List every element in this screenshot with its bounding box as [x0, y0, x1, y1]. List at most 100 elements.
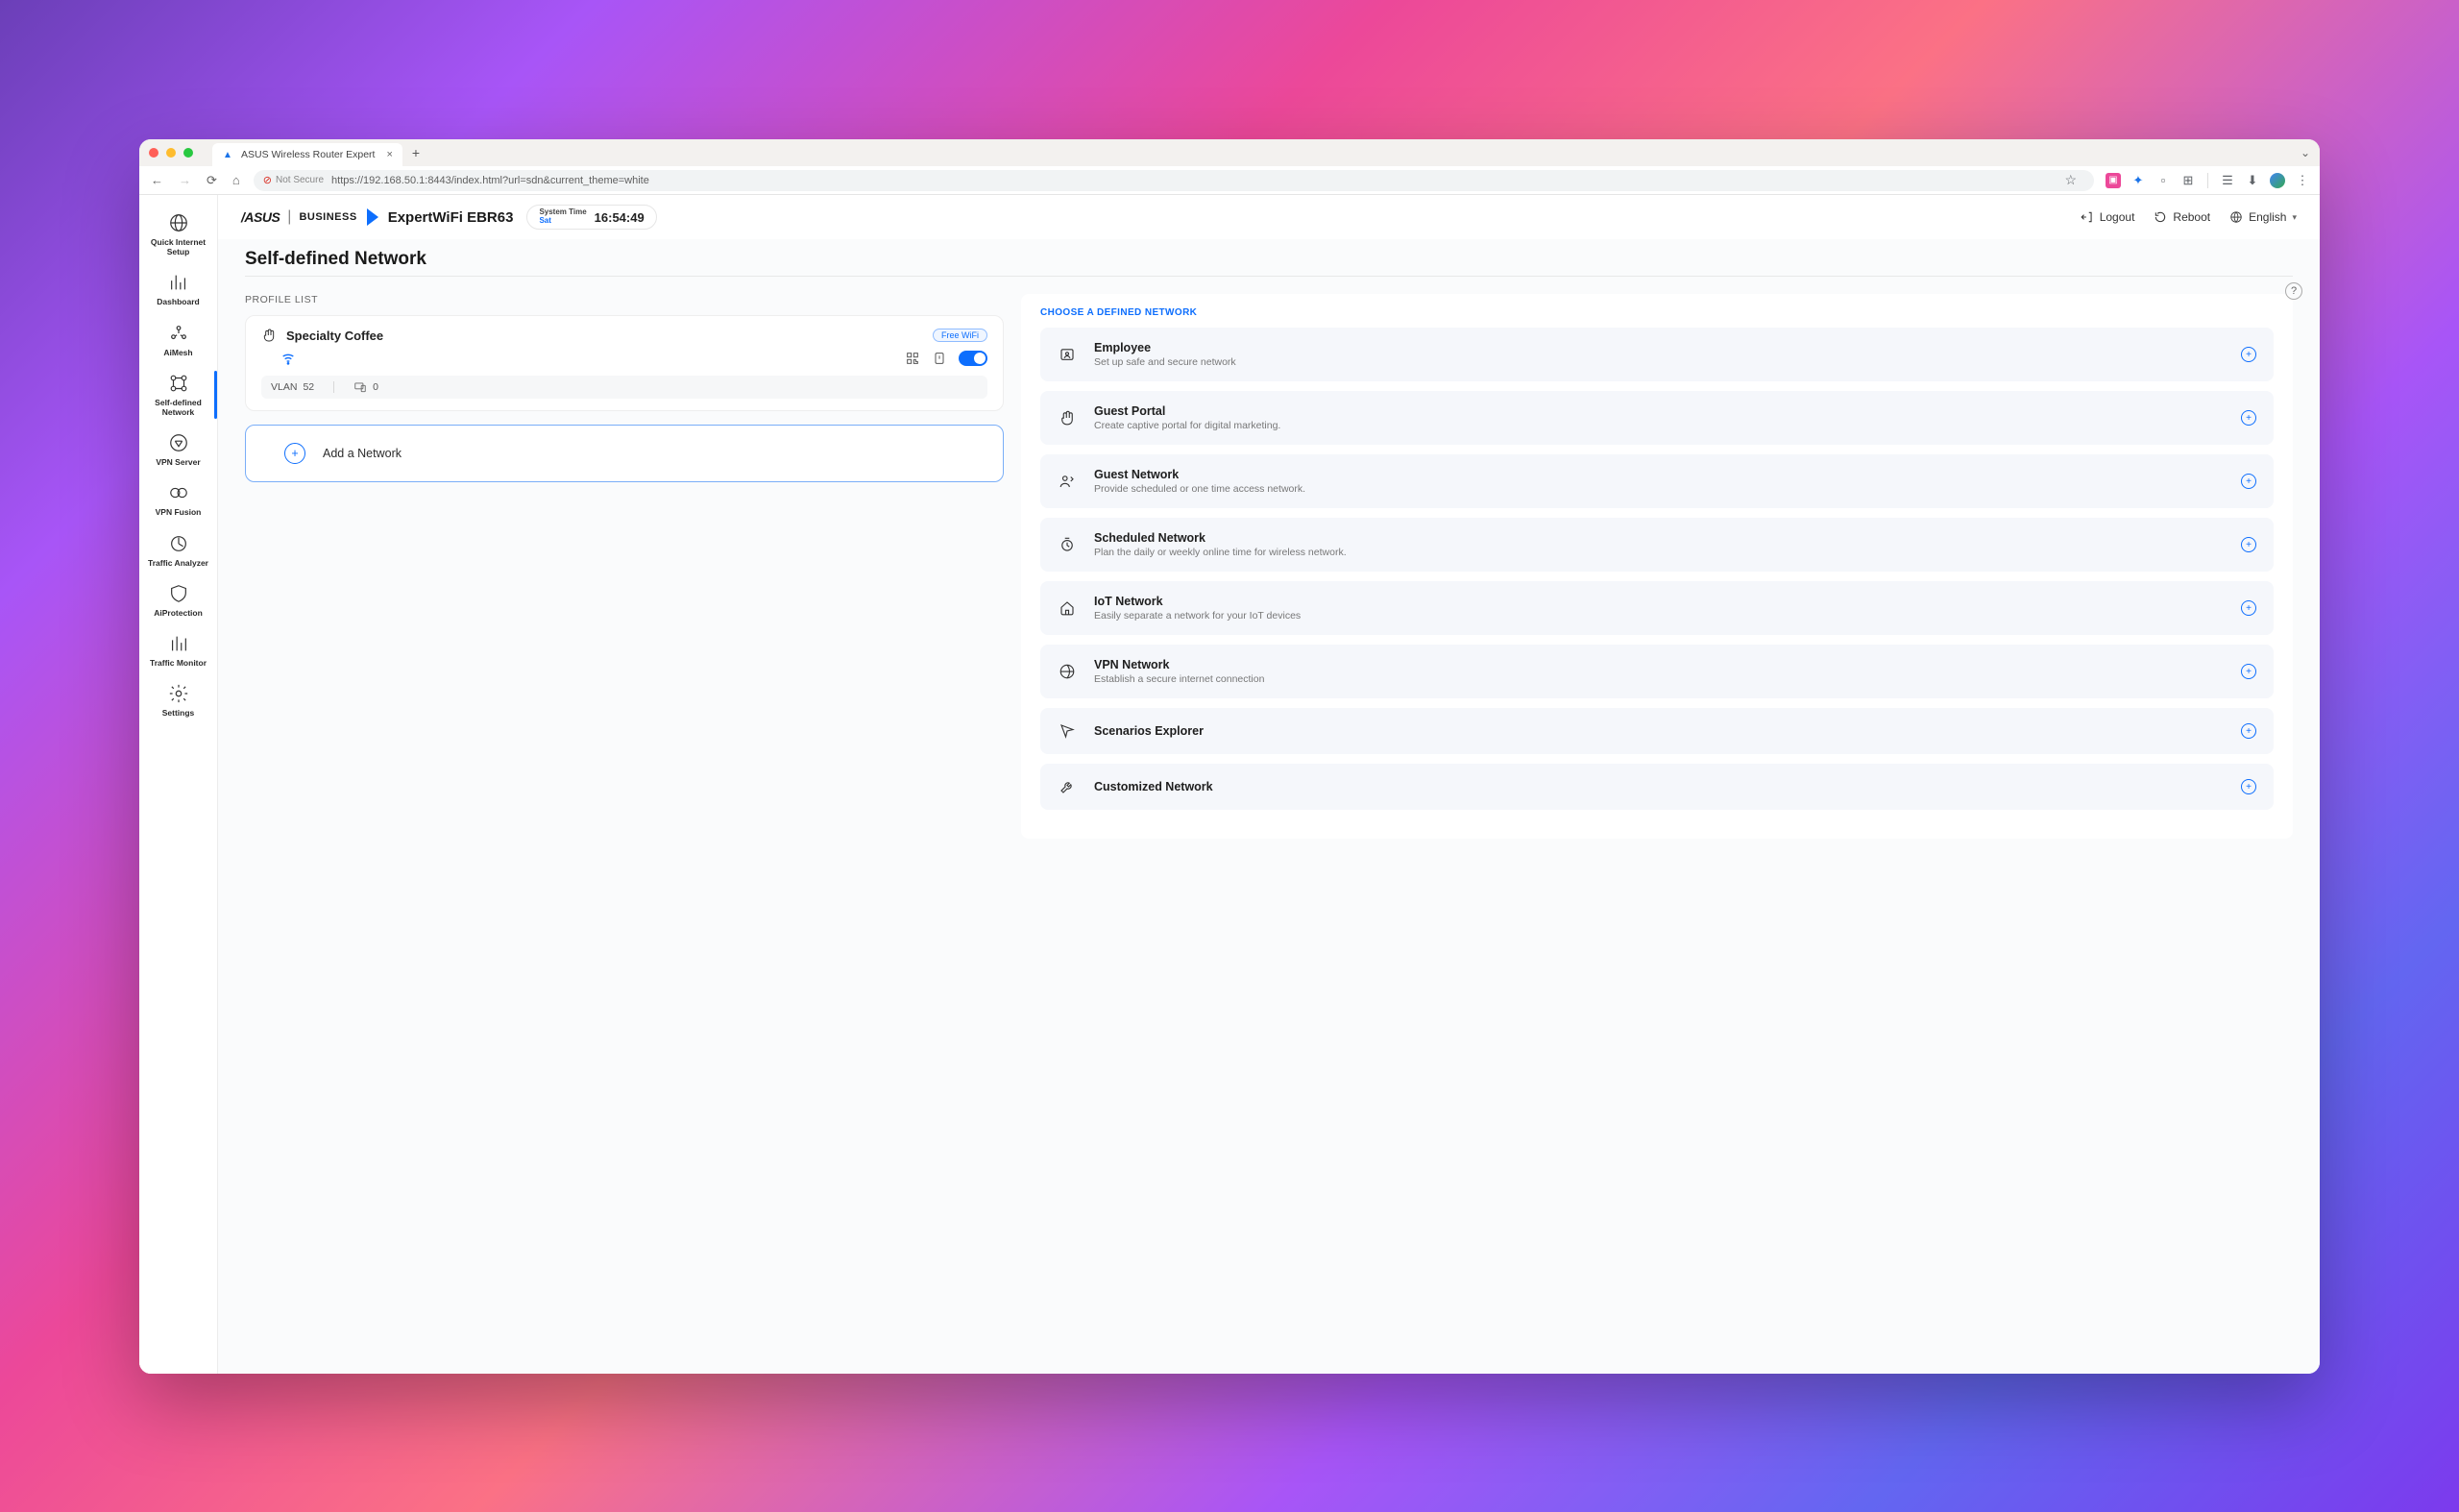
sidebar-item-traffic-analyzer[interactable]: Traffic Analyzer	[139, 525, 217, 575]
add-icon[interactable]: +	[2241, 664, 2256, 679]
main-content: /ASUS | BUSINESS ExpertWiFi EBR63 System…	[218, 195, 2320, 1374]
new-tab-button[interactable]: +	[412, 145, 420, 160]
close-window-button[interactable]	[149, 148, 158, 158]
maximize-window-button[interactable]	[183, 148, 193, 158]
sidebar-label: Self-defined Network	[143, 398, 213, 417]
option-desc: Set up safe and secure network	[1094, 356, 1236, 368]
sidebar-item-traffic-monitor[interactable]: Traffic Monitor	[139, 625, 217, 675]
network-option-guest-portal[interactable]: Guest Portal Create captive portal for d…	[1040, 391, 2274, 445]
sidebar-item-aimesh[interactable]: AiMesh	[139, 315, 217, 365]
translate-icon[interactable]: ☰	[2220, 173, 2235, 188]
app-root: Quick Internet Setup Dashboard AiMesh Se…	[139, 195, 2320, 1374]
add-network-button[interactable]: + Add a Network	[245, 425, 1004, 482]
download-icon[interactable]: ⬇	[2245, 173, 2260, 188]
vlan-label: VLAN	[271, 381, 297, 393]
gear-icon	[168, 683, 189, 704]
cast-icon[interactable]: ▫	[2155, 173, 2171, 188]
sidebar-item-quick-setup[interactable]: Quick Internet Setup	[139, 205, 217, 264]
vpn-fusion-icon	[168, 482, 189, 503]
tab-overflow-button[interactable]: ⌄	[2301, 146, 2310, 159]
url-text: https://192.168.50.1:8443/index.html?url…	[331, 175, 649, 186]
system-time: System Time Sat 16:54:49	[526, 205, 656, 230]
divider	[2207, 173, 2208, 188]
network-option-iot[interactable]: IoT Network Easily separate a network fo…	[1040, 581, 2274, 635]
help-icon[interactable]: ?	[2285, 282, 2302, 300]
puzzle-icon[interactable]: ⊞	[2180, 173, 2196, 188]
shield-icon	[168, 583, 189, 604]
vpn-icon	[168, 432, 189, 453]
qr-icon[interactable]	[905, 351, 920, 366]
reload-button[interactable]: ⟳	[205, 173, 219, 188]
sidebar-item-self-defined-network[interactable]: Self-defined Network	[139, 365, 217, 425]
extension-icon[interactable]: ▣	[2106, 173, 2121, 188]
sidebar-label: Settings	[162, 708, 195, 718]
sidebar-item-dashboard[interactable]: Dashboard	[139, 264, 217, 314]
network-option-custom[interactable]: Customized Network +	[1040, 764, 2274, 810]
sidebar-label: AiProtection	[154, 608, 203, 618]
add-icon[interactable]: +	[2241, 474, 2256, 489]
reboot-button[interactable]: Reboot	[2154, 210, 2210, 224]
browser-tab[interactable]: ▲ ASUS Wireless Router Expert ×	[212, 143, 402, 166]
add-icon[interactable]: +	[2241, 537, 2256, 552]
add-icon[interactable]: +	[2241, 410, 2256, 426]
profile-panel: PROFILE LIST Specialty Coffee Free WiFi	[245, 294, 1004, 839]
address-bar[interactable]: Not Secure https://192.168.50.1:8443/ind…	[254, 170, 2094, 191]
iot-icon	[1058, 598, 1077, 618]
back-button[interactable]: ←	[149, 173, 165, 187]
network-option-employee[interactable]: Employee Set up safe and secure network …	[1040, 328, 2274, 381]
network-option-vpn[interactable]: VPN Network Establish a secure internet …	[1040, 645, 2274, 698]
network-option-scenarios[interactable]: Scenarios Explorer +	[1040, 708, 2274, 754]
logout-icon	[2081, 210, 2094, 224]
sidebar-item-vpn-server[interactable]: VPN Server	[139, 425, 217, 475]
profile-card[interactable]: Specialty Coffee Free WiFi	[245, 315, 1004, 411]
logout-button[interactable]: Logout	[2081, 210, 2135, 224]
toolbar-right-icons: ▣ ✦ ▫ ⊞ ☰ ⬇ ⋮	[2106, 173, 2310, 188]
mesh-icon	[168, 323, 189, 344]
divider	[333, 381, 334, 393]
tab-close-button[interactable]: ×	[386, 149, 392, 160]
profile-details: VLAN 52 0	[261, 376, 987, 399]
option-title: Customized Network	[1094, 780, 1213, 793]
forward-button[interactable]: →	[177, 173, 193, 187]
sidebar-item-aiprotection[interactable]: AiProtection	[139, 575, 217, 625]
home-button[interactable]: ⌂	[231, 173, 242, 187]
add-icon[interactable]: +	[2241, 347, 2256, 362]
brand-sub: BUSINESS	[299, 211, 356, 223]
language-selector[interactable]: English ▾	[2229, 210, 2297, 224]
browser-toolbar: ← → ⟳ ⌂ Not Secure https://192.168.50.1:…	[139, 166, 2320, 195]
sidebar-label: Traffic Analyzer	[148, 558, 208, 568]
profile-avatar[interactable]	[2270, 173, 2285, 188]
network-option-scheduled[interactable]: Scheduled Network Plan the daily or week…	[1040, 518, 2274, 572]
sidebar-item-vpn-fusion[interactable]: VPN Fusion	[139, 475, 217, 524]
sidebar-label: Dashboard	[157, 297, 199, 306]
minimize-window-button[interactable]	[166, 148, 176, 158]
option-title: Guest Portal	[1094, 404, 1280, 418]
menu-button[interactable]: ⋮	[2295, 173, 2310, 188]
option-title: Guest Network	[1094, 468, 1305, 481]
wrench-icon	[1058, 777, 1077, 796]
bookmark-star-icon[interactable]: ☆	[2064, 172, 2077, 188]
divider	[245, 276, 2293, 277]
systime-value: 16:54:49	[595, 210, 645, 225]
security-badge[interactable]: Not Secure	[263, 174, 324, 186]
reboot-icon	[2154, 210, 2167, 224]
add-icon[interactable]: +	[2241, 723, 2256, 739]
profile-name: Specialty Coffee	[286, 329, 383, 343]
add-icon[interactable]: +	[2241, 779, 2256, 794]
extension-icon-2[interactable]: ✦	[2130, 173, 2146, 188]
enable-toggle[interactable]	[959, 351, 987, 366]
sidebar-label: AiMesh	[163, 348, 192, 357]
employee-icon	[1058, 345, 1077, 364]
sidebar-item-settings[interactable]: Settings	[139, 675, 217, 725]
wifi-icon	[280, 351, 296, 366]
network-option-guest-network[interactable]: Guest Network Provide scheduled or one t…	[1040, 454, 2274, 508]
option-title: Scheduled Network	[1094, 531, 1347, 545]
window-controls	[149, 148, 193, 158]
priority-icon[interactable]	[932, 351, 947, 366]
option-desc: Plan the daily or weekly online time for…	[1094, 547, 1347, 558]
add-icon[interactable]: +	[2241, 600, 2256, 616]
sidebar-label: VPN Fusion	[156, 507, 202, 517]
option-title: IoT Network	[1094, 595, 1301, 608]
explorer-icon	[1058, 721, 1077, 741]
chart-icon	[168, 272, 189, 293]
